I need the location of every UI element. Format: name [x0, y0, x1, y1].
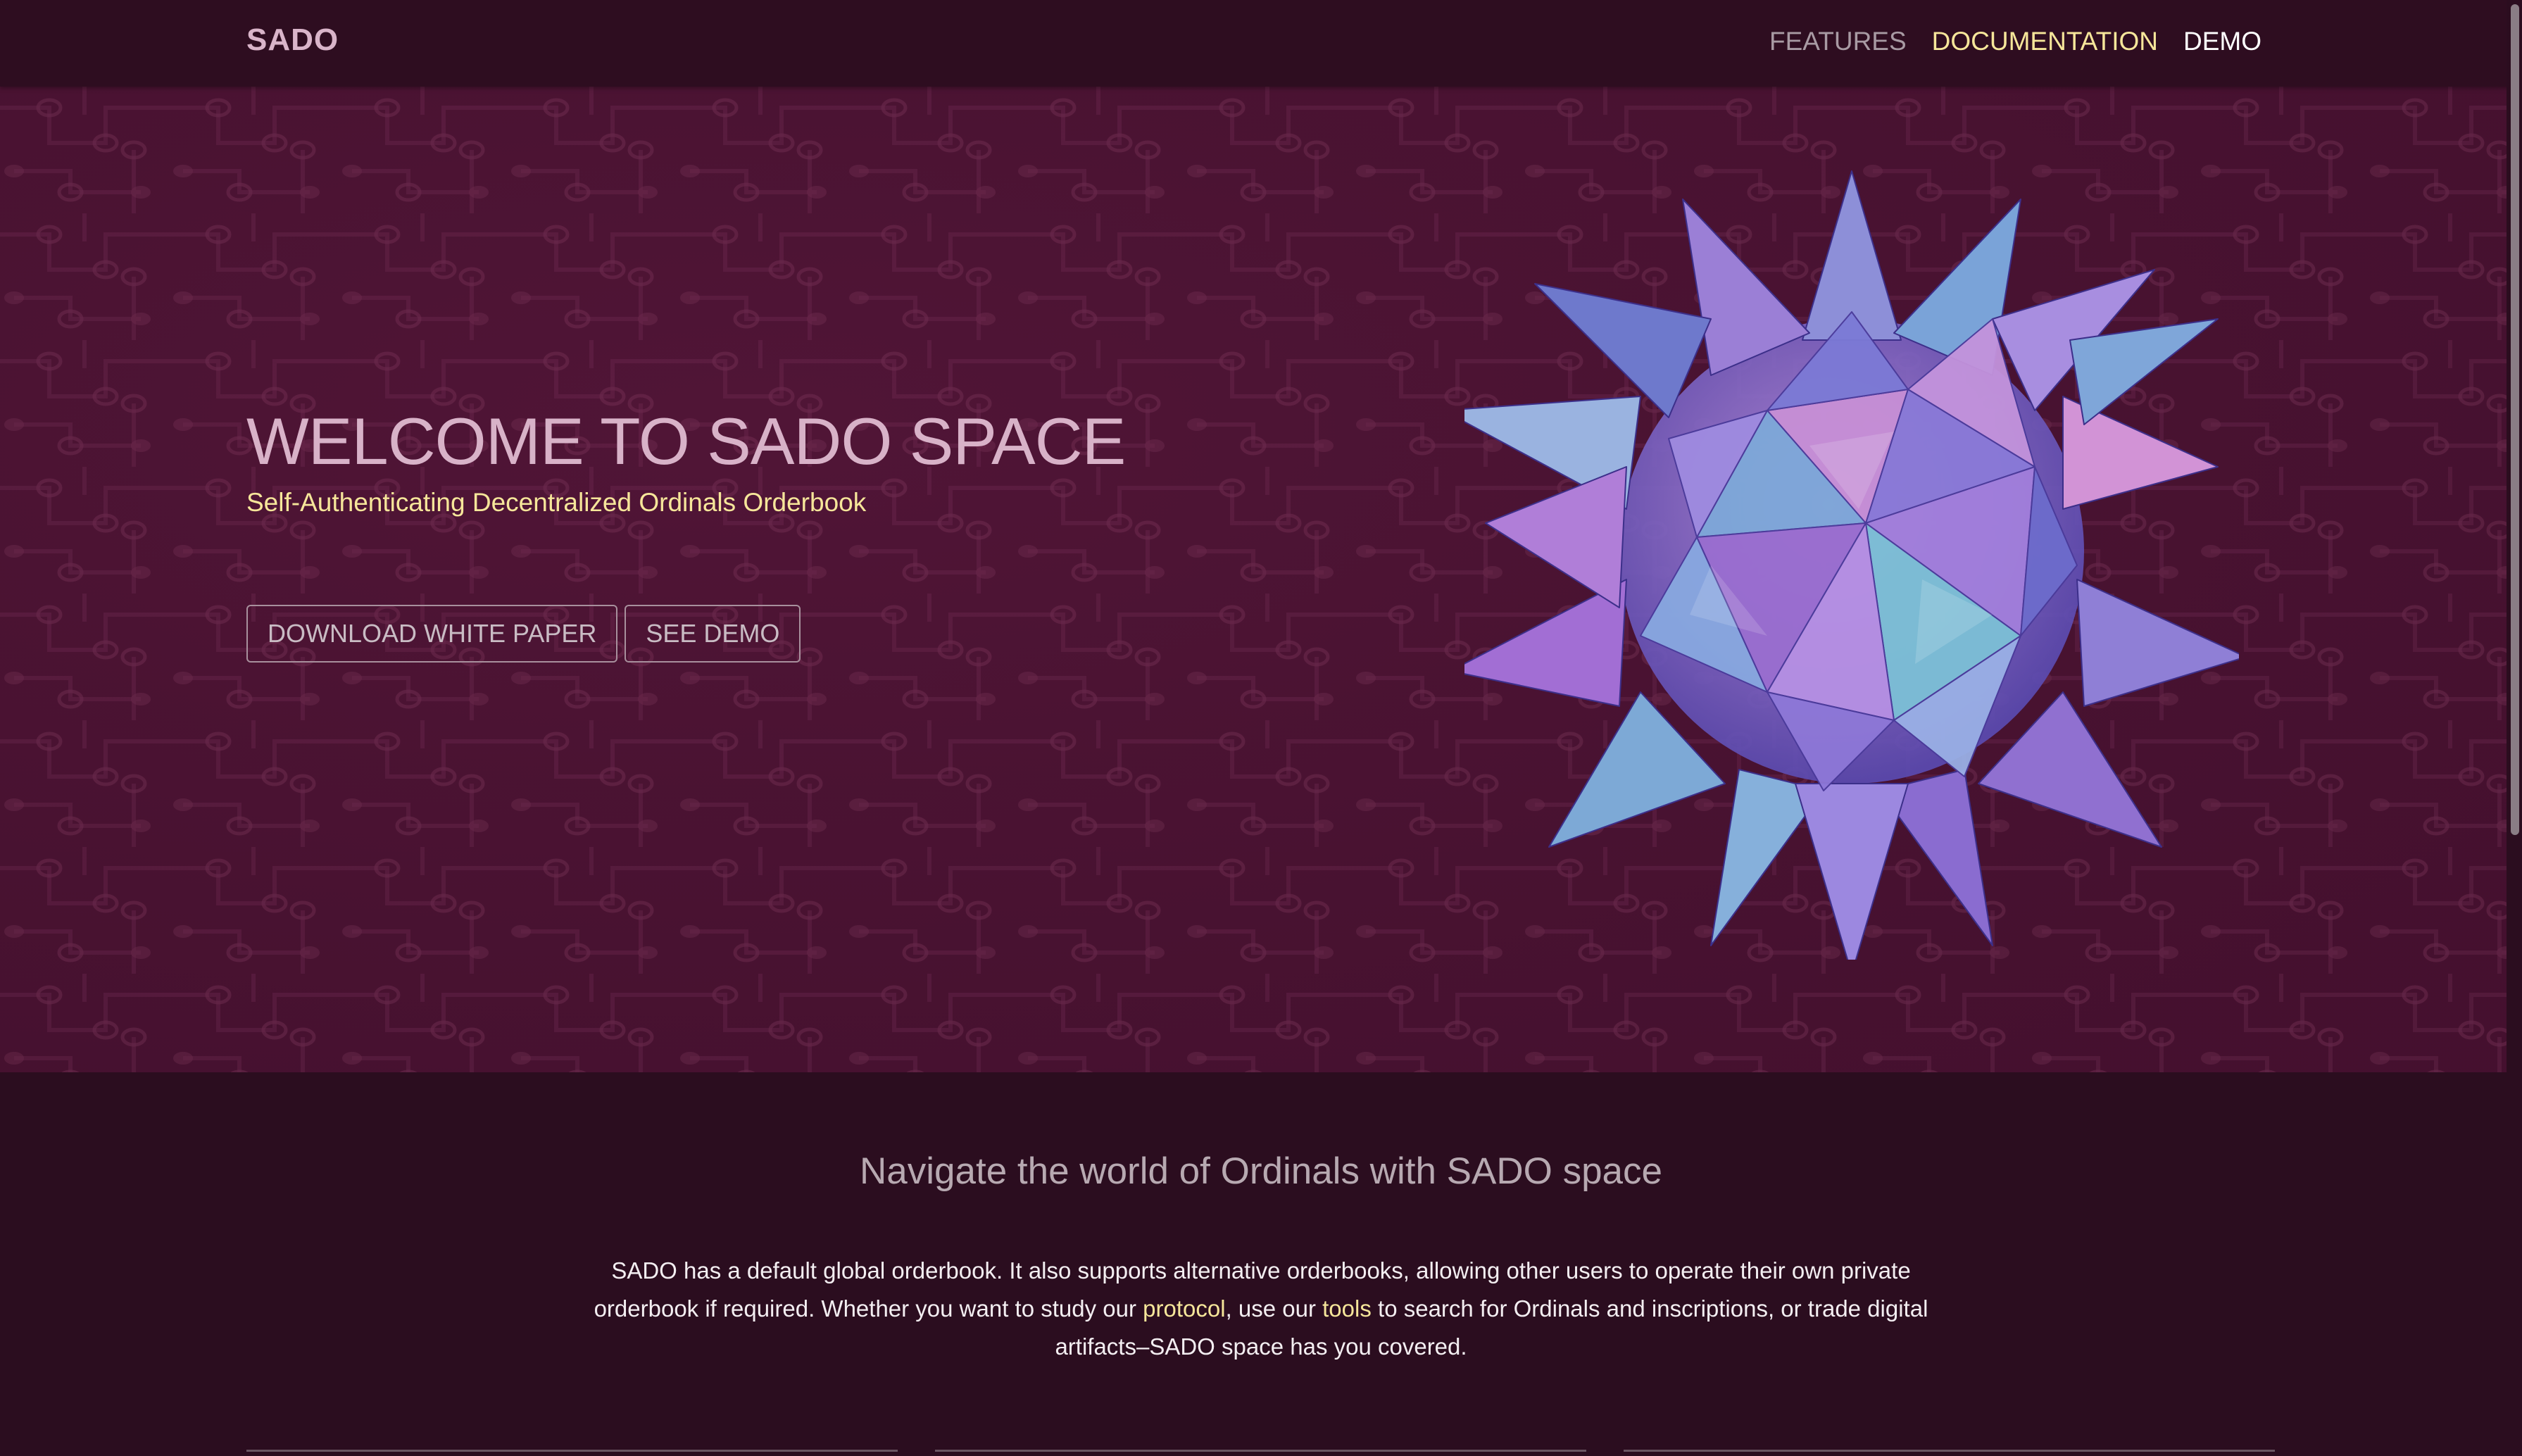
feature-card-3-edge [1624, 1450, 2275, 1452]
intro-paragraph: SADO has a default global orderbook. It … [584, 1252, 1938, 1366]
intro-heading: Navigate the world of Ordinals with SADO… [859, 1150, 1663, 1192]
intro-section: Navigate the world of Ordinals with SADO… [0, 1072, 2522, 1456]
download-white-paper-button[interactable]: DOWNLOAD WHITE PAPER [246, 605, 618, 663]
intro-text-part2: , use our [1225, 1295, 1323, 1322]
scrollbar-thumb[interactable] [2511, 4, 2519, 835]
hero-section: WELCOME TO SADO SPACE Self-Authenticatin… [0, 87, 2522, 1072]
stellated-polyhedron-image [1464, 170, 2239, 960]
feature-card-1-edge [246, 1450, 898, 1452]
nav-link-features[interactable]: FEATURES [1769, 27, 1907, 56]
hero-buttons: DOWNLOAD WHITE PAPER SEE DEMO [246, 605, 801, 663]
brand-logo[interactable]: SADO [246, 23, 339, 58]
tools-link[interactable]: tools [1322, 1295, 1372, 1322]
nav-link-demo[interactable]: DEMO [2183, 27, 2261, 56]
top-navbar: SADO FEATURES DOCUMENTATION DEMO [0, 0, 2522, 87]
nav-links: FEATURES DOCUMENTATION DEMO [1769, 27, 2261, 56]
feature-cards-top-edges [0, 1450, 2522, 1456]
protocol-link[interactable]: protocol [1143, 1295, 1225, 1322]
nav-link-documentation[interactable]: DOCUMENTATION [1932, 27, 2158, 56]
see-demo-button[interactable]: SEE DEMO [625, 605, 801, 663]
feature-card-2-edge [935, 1450, 1586, 1452]
page-scrollbar[interactable] [2507, 0, 2522, 1456]
hero-title: WELCOME TO SADO SPACE [246, 404, 1126, 478]
hero-subtitle: Self-Authenticating Decentralized Ordina… [246, 488, 867, 517]
